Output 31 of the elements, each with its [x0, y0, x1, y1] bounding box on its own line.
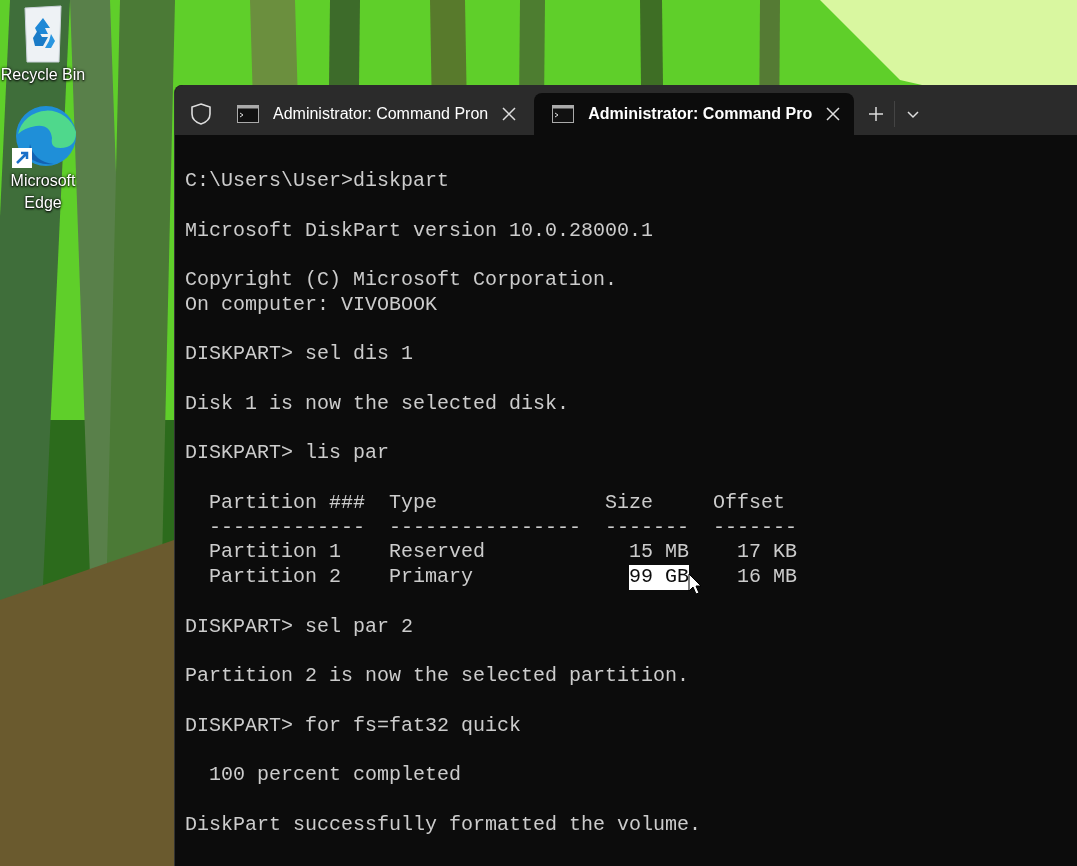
- terminal-icon: [237, 105, 259, 123]
- terminal-line: Partition 1 Reserved 15 MB 17 KB: [208, 540, 799, 565]
- plus-icon: [868, 106, 885, 122]
- terminal-line: C:\Users\User>diskpart: [185, 169, 451, 194]
- mouse-cursor-icon: [688, 573, 702, 595]
- terminal-line: DISKPART> sel dis 1: [185, 342, 415, 367]
- desktop-icon-label[interactable]: Microsoft Edge: [0, 170, 86, 214]
- terminal-line: 100 percent completed: [208, 763, 463, 788]
- terminal-icon: [552, 105, 575, 123]
- terminal-line: ------------- ---------------- ------- -------: [208, 515, 799, 541]
- close-icon[interactable]: [502, 107, 517, 121]
- recycle-bin-icon: [21, 4, 65, 64]
- terminal-line: Partition ### Type Size Offset: [208, 490, 787, 516]
- terminal-text: Partition 2 Primary: [208, 565, 475, 590]
- chevron-down-icon: [906, 109, 921, 119]
- tab[interactable]: Administrator: Command Pron: [219, 93, 531, 135]
- terminal-line: DISKPART> lis par: [185, 441, 391, 466]
- browser-shortcut-icon: [10, 104, 76, 170]
- terminal-line: Copyright (C) Microsoft Corporation.: [185, 268, 619, 293]
- terminal-line: DISKPART> sel par 2: [185, 614, 415, 640]
- terminal-line: On computer: VIVOBOOK: [185, 292, 439, 318]
- terminal-line: DISKPART> for fs=fat32 quick: [185, 713, 523, 739]
- desktop-icon-label[interactable]: Recycle Bin: [0, 64, 86, 86]
- terminal-line: Disk 1 is now the selected disk.: [185, 391, 571, 417]
- tab[interactable]: Administrator: Command Pro: [534, 93, 855, 135]
- terminal-line: Partition 2 is now the selected partition.: [185, 664, 691, 689]
- close-icon[interactable]: [826, 107, 841, 121]
- terminal-line: Microsoft DiskPart version 10.0.28000.1: [185, 218, 655, 244]
- terminal-line: DiskPart successfully formatted the volume.: [185, 812, 703, 838]
- selected-text: 99 GB: [629, 565, 690, 590]
- terminal-text: 16 MB: [737, 565, 798, 590]
